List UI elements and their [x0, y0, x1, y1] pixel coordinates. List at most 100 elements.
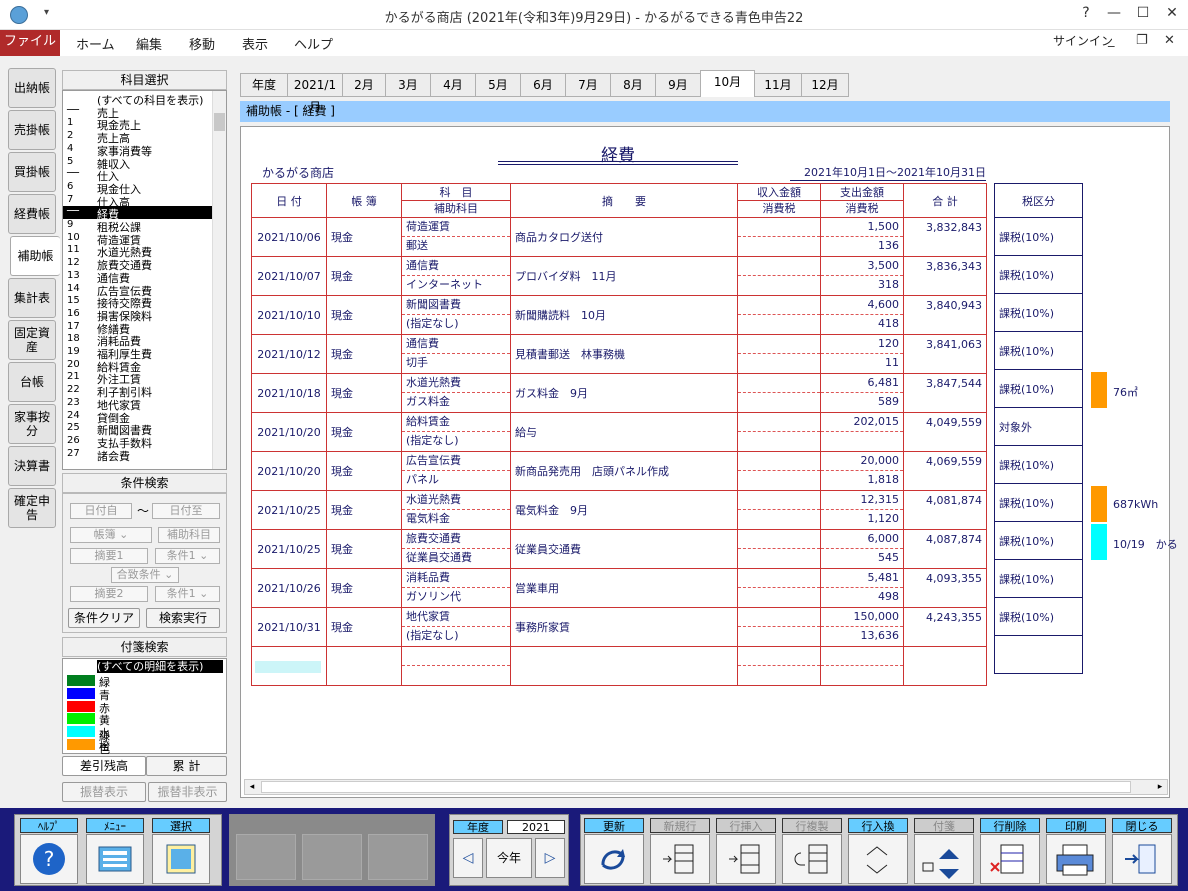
- date-from-field[interactable]: 日付自: [70, 503, 132, 519]
- income-cell[interactable]: [737, 295, 821, 335]
- new-taxcat-cell[interactable]: [994, 635, 1083, 674]
- subject-list[interactable]: (すべての科目を表示) ── 売上 1 現金売上 2 売上高 4 家事消費等 5 雑収入 ── 仕入 6 現…: [62, 90, 227, 470]
- scroll-right-icon[interactable]: ▸: [1154, 781, 1166, 793]
- tag-button-face[interactable]: [914, 834, 974, 884]
- close-window-button-face[interactable]: [1112, 834, 1172, 884]
- subject-item[interactable]: 6 現金仕入: [63, 181, 213, 196]
- subject-cell[interactable]: 新聞図書費 (指定なし): [401, 295, 511, 335]
- close-button[interactable]: ✕: [1162, 5, 1182, 21]
- month-tab-11[interactable]: 11月: [754, 73, 802, 97]
- left-tab-9[interactable]: 決算書: [8, 446, 56, 486]
- subject-cell[interactable]: 水道光熱費 ガス料金: [401, 373, 511, 413]
- new-book-cell[interactable]: [326, 646, 402, 686]
- help-button-face[interactable]: ?: [20, 834, 78, 884]
- subject-item[interactable]: 16 損害保険料: [63, 308, 213, 323]
- month-tab-8[interactable]: 8月: [610, 73, 656, 97]
- memo-cell[interactable]: 新聞購読料 10月: [510, 295, 738, 335]
- minimize-button[interactable]: —: [1104, 5, 1124, 21]
- menu-file[interactable]: ファイル: [0, 30, 60, 56]
- table-row[interactable]: 2021/10/20 現金 給料賃金 (指定なし) 給与 202,015 4,049,559: [251, 412, 987, 452]
- date-cell[interactable]: 2021/10/10: [251, 295, 327, 335]
- select-button[interactable]: 選択: [152, 818, 210, 885]
- sticky-tag[interactable]: [1091, 372, 1107, 408]
- scroll-left-icon[interactable]: ◂: [246, 781, 258, 793]
- taxcat-cell[interactable]: 対象外: [994, 407, 1083, 446]
- expense-cell[interactable]: 6,481 589: [820, 373, 904, 413]
- help-button[interactable]: ﾍﾙﾌﾟ ?: [20, 818, 78, 885]
- left-tab-6[interactable]: 固定資産: [8, 320, 56, 360]
- subject-cell[interactable]: 消耗品費 ガソリン代: [401, 568, 511, 608]
- update-button-face[interactable]: [584, 834, 644, 884]
- income-cell[interactable]: [737, 607, 821, 647]
- income-cell[interactable]: [737, 217, 821, 257]
- table-row[interactable]: 2021/10/06 現金 荷造運賃 郵送 商品カタログ送付 1,500 136 3,832,…: [251, 217, 987, 257]
- subject-item[interactable]: 18 消耗品費: [63, 333, 213, 348]
- month-tab-4[interactable]: 4月: [430, 73, 476, 97]
- subject-list-scrollbar[interactable]: [212, 91, 226, 469]
- subject-item[interactable]: 2 売上高: [63, 130, 213, 145]
- next-year-button[interactable]: ▷: [535, 838, 565, 878]
- book-select[interactable]: 帳簿 ⌄: [70, 527, 152, 543]
- table-row[interactable]: 2021/10/31 現金 地代家賃 (指定なし) 事務所家賃 150,000 13,636…: [251, 607, 987, 647]
- delete-row-button-face[interactable]: [980, 834, 1040, 884]
- subject-item[interactable]: 24 貸倒金: [63, 410, 213, 425]
- subject-category[interactable]: ── 仕入: [63, 168, 213, 183]
- taxcat-cell[interactable]: 課税(10%): [994, 559, 1083, 598]
- delete-row-button[interactable]: 行削除: [980, 818, 1040, 885]
- new-date-input[interactable]: [255, 661, 321, 673]
- menu-edit[interactable]: 編集: [136, 34, 162, 53]
- menu-move[interactable]: 移動: [189, 34, 215, 53]
- subject-item[interactable]: 12 旅費交通費: [63, 257, 213, 272]
- print-button-face[interactable]: [1046, 834, 1106, 884]
- book-cell[interactable]: 現金: [326, 490, 402, 530]
- subject-cell[interactable]: 通信費 インターネット: [401, 256, 511, 296]
- subject-cell[interactable]: 通信費 切手: [401, 334, 511, 374]
- subject-item[interactable]: 9 租税公課: [63, 219, 213, 234]
- this-year-button[interactable]: 今年: [486, 838, 532, 878]
- tag-all-item[interactable]: (すべての明細を表示): [97, 660, 223, 673]
- insert-row-button[interactable]: 行挿入: [716, 818, 776, 885]
- sticky-tag[interactable]: [1091, 486, 1107, 522]
- subject-cell[interactable]: 旅費交通費 従業員交通費: [401, 529, 511, 569]
- memo-cell[interactable]: 営業車用: [510, 568, 738, 608]
- tag-list[interactable]: (すべての明細を表示) 緑青赤黄緑水色橙色: [62, 658, 227, 769]
- book-cell[interactable]: 現金: [326, 529, 402, 569]
- close-window-button[interactable]: 閉じる: [1112, 818, 1172, 885]
- select-button-face[interactable]: [152, 834, 210, 884]
- income-cell[interactable]: [737, 373, 821, 413]
- table-row[interactable]: 2021/10/07 現金 通信費 インターネット プロバイダ料 11月 3,500 318…: [251, 256, 987, 296]
- subject-item[interactable]: 15 接待交際費: [63, 295, 213, 310]
- expense-cell[interactable]: 1,500 136: [820, 217, 904, 257]
- left-tab-8[interactable]: 家事按分: [8, 404, 56, 444]
- subaccount-select[interactable]: 補助科目: [158, 527, 220, 543]
- left-tab-10[interactable]: 確定申告: [8, 488, 56, 528]
- date-to-field[interactable]: 日付至: [152, 503, 220, 519]
- run-search-button[interactable]: 検索実行: [146, 608, 220, 628]
- subject-item[interactable]: 17 修繕費: [63, 321, 213, 336]
- menu-view[interactable]: 表示: [242, 34, 268, 53]
- month-tab-10[interactable]: 10月: [700, 70, 755, 97]
- subject-item[interactable]: 27 諸会費: [63, 448, 213, 463]
- memo-cell[interactable]: 見積書郵送 林事務機: [510, 334, 738, 374]
- hscroll-thumb[interactable]: [261, 781, 1131, 793]
- income-cell[interactable]: [737, 412, 821, 452]
- subject-item[interactable]: 19 福利厚生費: [63, 346, 213, 361]
- show-transfer-button[interactable]: 振替表示: [62, 782, 146, 802]
- subject-item[interactable]: 22 利子割引料: [63, 384, 213, 399]
- date-cell[interactable]: 2021/10/25: [251, 529, 327, 569]
- month-tab-1[interactable]: 2021/1月: [287, 73, 343, 114]
- expense-cell[interactable]: 20,000 1,818: [820, 451, 904, 491]
- subject-item[interactable]: 23 地代家賃: [63, 397, 213, 412]
- book-cell[interactable]: 現金: [326, 568, 402, 608]
- left-tab-2[interactable]: 買掛帳: [8, 152, 56, 192]
- subject-item[interactable]: 1 現金売上: [63, 117, 213, 132]
- table-row[interactable]: 2021/10/25 現金 旅費交通費 従業員交通費 従業員交通費 6,000 545 4,0…: [251, 529, 987, 569]
- horizontal-scrollbar[interactable]: ◂ ▸: [244, 779, 1168, 795]
- month-tab-2[interactable]: 2月: [342, 73, 386, 97]
- prev-year-button[interactable]: ◁: [453, 838, 483, 878]
- date-cell[interactable]: 2021/10/25: [251, 490, 327, 530]
- subject-cell[interactable]: 荷造運賃 郵送: [401, 217, 511, 257]
- month-tab-12[interactable]: 12月: [801, 73, 849, 97]
- memo-cell[interactable]: 従業員交通費: [510, 529, 738, 569]
- cond2-select[interactable]: 条件1 ⌄: [155, 586, 220, 602]
